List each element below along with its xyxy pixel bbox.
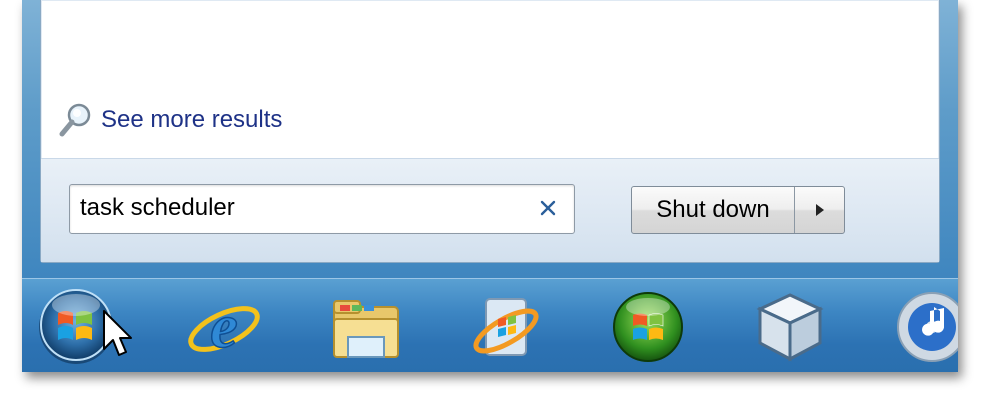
see-more-results-label: See more results <box>101 106 283 133</box>
shutdown-button[interactable]: Shut down <box>632 187 795 233</box>
clear-search-icon[interactable] <box>536 196 560 220</box>
see-more-results-link[interactable]: See more results <box>55 100 282 140</box>
taskbar: e <box>22 278 958 372</box>
windows-media-player-icon[interactable] <box>466 285 550 369</box>
chevron-right-icon <box>815 204 824 216</box>
mouse-cursor-icon <box>103 310 132 356</box>
shutdown-split-button: Shut down <box>631 186 845 234</box>
search-box[interactable] <box>69 184 575 234</box>
file-explorer-icon[interactable] <box>324 285 408 369</box>
windows-media-center-icon[interactable] <box>606 285 690 369</box>
svg-text:e: e <box>210 293 238 361</box>
start-menu: See more results Shut down <box>40 0 940 263</box>
search-icon <box>59 103 91 137</box>
search-input[interactable] <box>80 185 520 231</box>
internet-explorer-icon[interactable]: e <box>182 285 266 369</box>
screenshot: See more results Shut down <box>22 0 958 372</box>
shutdown-options-button[interactable] <box>795 187 844 233</box>
itunes-icon[interactable] <box>890 285 958 369</box>
virtualbox-icon[interactable] <box>748 285 832 369</box>
